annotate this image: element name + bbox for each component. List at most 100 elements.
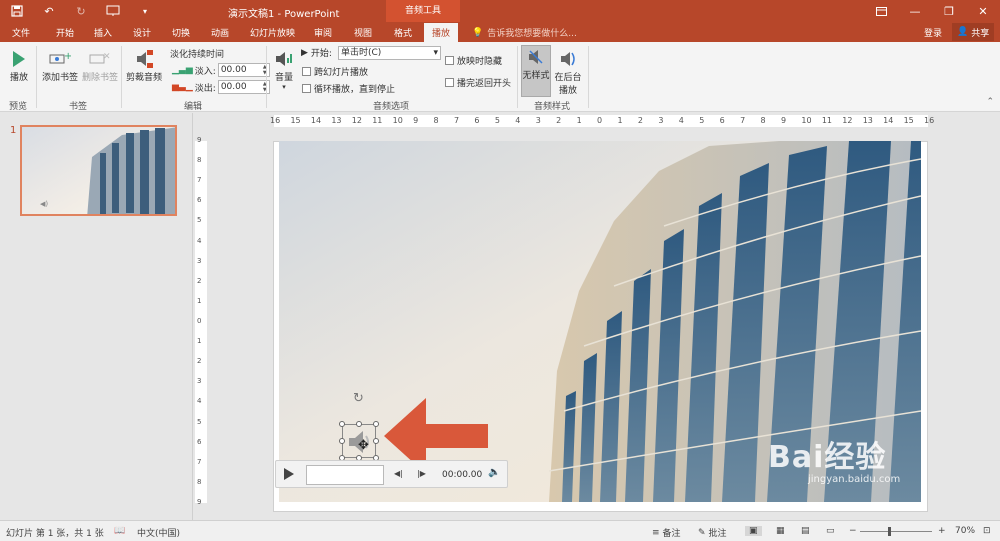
play-in-background-button[interactable]: 在后台播放 — [553, 48, 583, 96]
zoom-level[interactable]: 70% — [955, 526, 975, 536]
spellcheck-icon[interactable]: 📖 — [114, 526, 125, 536]
rewind-checkbox[interactable]: 播完返回开头 — [445, 76, 511, 89]
customize-icon[interactable]: ▾ — [136, 3, 154, 19]
tab-file[interactable]: 文件 — [12, 26, 30, 39]
audio-icon-selection[interactable]: ✥ — [342, 424, 376, 458]
tab-format[interactable]: 格式 — [394, 26, 412, 39]
zoom-out-icon[interactable]: − — [849, 526, 857, 536]
share-label: 共享 — [971, 28, 990, 39]
ruler-tick-label: 6 — [719, 116, 725, 125]
remove-bookmark-label: 删除书签 — [81, 73, 118, 83]
selection-handle[interactable] — [339, 438, 345, 444]
volume-label: 音量 — [274, 73, 293, 83]
ruler-tick-label: 8 — [433, 116, 439, 125]
add-bookmark-button[interactable]: + 添加书签 — [40, 48, 80, 83]
play-button[interactable]: 播放 — [6, 48, 32, 83]
slideshow-view-icon[interactable]: ▭ — [826, 526, 835, 536]
ruler-tick-label: 14 — [310, 116, 322, 125]
selection-handle[interactable] — [373, 438, 379, 444]
ruler-tick-label: 0 — [197, 317, 202, 325]
ribbon: 播放 预览 + 添加书签 ✕ 删除书签 书签 剪裁音频 淡化持续时间 ▁▃▅ 淡… — [0, 42, 1000, 112]
fade-in-input[interactable]: 00.00 — [217, 63, 270, 77]
audio-player-bar: ◀| |▶ 00:00.00 🔈 — [275, 460, 508, 488]
play-in-background-label: 在后台播放 — [554, 73, 582, 96]
separator — [588, 46, 589, 108]
undo-icon[interactable]: ↶ — [40, 3, 58, 19]
close-icon[interactable]: ✕ — [966, 0, 1000, 22]
reading-view-icon[interactable]: ▤ — [801, 526, 810, 536]
ruler-tick-label: 15 — [290, 116, 301, 125]
player-play-icon[interactable] — [284, 468, 294, 483]
trim-audio-button[interactable]: 剪裁音频 — [124, 48, 164, 83]
tab-playback[interactable]: 播放 — [424, 23, 459, 42]
checkbox-box — [302, 84, 311, 93]
tab-review[interactable]: 审阅 — [314, 26, 332, 39]
baidu-watermark: Bai经验 jingyan.baidu.com — [768, 432, 900, 485]
notes-button[interactable]: ≡ 备注 — [652, 526, 681, 540]
tab-transitions[interactable]: 切换 — [172, 26, 190, 39]
comments-button[interactable]: ✎ 批注 — [698, 526, 727, 540]
selection-handle[interactable] — [373, 421, 379, 427]
ruler-tick-label: 5 — [197, 216, 202, 225]
login-link[interactable]: 登录 — [924, 26, 942, 39]
ruler-tick-label: 16 — [270, 116, 281, 125]
tab-view[interactable]: 视图 — [354, 26, 372, 39]
save-icon[interactable] — [8, 3, 26, 19]
minimize-icon[interactable]: — — [898, 0, 932, 22]
redo-icon[interactable]: ↻ — [72, 3, 90, 19]
comments-label: 批注 — [708, 529, 727, 539]
chevron-down-icon: ▾ — [282, 83, 286, 91]
add-bookmark-icon: + — [49, 48, 71, 70]
tab-insert[interactable]: 插入 — [94, 26, 112, 39]
player-volume-icon[interactable]: 🔈 — [488, 467, 500, 478]
skip-back-icon[interactable]: ◀| — [394, 469, 403, 478]
tab-design[interactable]: 设计 — [133, 26, 151, 39]
start-icon: ▶ — [301, 47, 308, 58]
ruler-tick-label: 11 — [372, 116, 383, 125]
volume-button[interactable]: 音量 ▾ — [270, 48, 298, 91]
ribbon-display-icon[interactable] — [864, 0, 898, 22]
title-bar: ↶ ↻ ▾ 演示文稿1 - PowerPoint 音频工具 — ❐ ✕ — [0, 0, 1000, 22]
volume-icon — [273, 48, 295, 70]
tell-me-box[interactable]: 💡 告诉我您想要做什么... — [472, 26, 577, 40]
document-title: 演示文稿1 - PowerPoint — [228, 9, 340, 20]
loop-checkbox[interactable]: 循环播放，直到停止 — [302, 82, 395, 95]
collapse-ribbon-icon[interactable]: ⌃ — [986, 97, 994, 107]
language-status[interactable]: 中文(中国) — [137, 526, 180, 539]
normal-view-icon[interactable]: ▣ — [745, 526, 762, 536]
play-across-slides-checkbox[interactable]: 跨幻灯片播放 — [302, 65, 368, 78]
zoom-slider-knob[interactable] — [888, 527, 891, 536]
hide-during-show-checkbox[interactable]: 放映时隐藏 — [445, 54, 502, 67]
player-progress-track[interactable] — [306, 465, 384, 485]
fade-out-input[interactable]: 00.00 — [217, 80, 270, 94]
start-select[interactable]: 单击时(C) — [338, 46, 441, 60]
tab-home[interactable]: 开始 — [56, 26, 74, 39]
window-controls: — ❐ ✕ — [864, 0, 1000, 22]
slide-thumbnail[interactable]: ◀) — [20, 125, 177, 216]
ruler-tick-label: 1 — [197, 296, 202, 305]
slide-sorter-icon[interactable]: ▦ — [776, 526, 785, 536]
present-icon[interactable] — [104, 3, 122, 19]
quick-access-toolbar: ↶ ↻ ▾ — [8, 3, 154, 19]
selection-handle[interactable] — [356, 421, 362, 427]
fit-slide-icon[interactable]: ⊡ — [983, 526, 991, 536]
fade-in-icon: ▁▃▅ — [172, 65, 193, 75]
skip-forward-icon[interactable]: |▶ — [417, 469, 426, 478]
remove-bookmark-button[interactable]: ✕ 删除书签 — [80, 48, 120, 83]
ruler-tick-label: 2 — [637, 116, 643, 125]
tab-slideshow[interactable]: 幻灯片放映 — [250, 26, 295, 39]
play-in-background-icon — [557, 48, 579, 70]
selection-handle[interactable] — [339, 421, 345, 427]
share-button[interactable]: 👤 共享 — [952, 23, 995, 41]
trim-audio-label: 剪裁音频 — [125, 73, 162, 83]
start-label: 开始: — [310, 49, 332, 59]
ruler-tick-label: 1 — [617, 116, 623, 125]
zoom-in-icon[interactable]: + — [938, 526, 946, 536]
svg-text:+: + — [64, 51, 71, 62]
zoom-slider[interactable] — [860, 531, 932, 532]
restore-icon[interactable]: ❐ — [932, 0, 966, 22]
svg-text:✥: ✥ — [358, 438, 369, 453]
tab-animations[interactable]: 动画 — [211, 26, 229, 39]
rotate-handle[interactable]: ↻ — [353, 391, 364, 406]
no-style-button[interactable]: 无样式 — [521, 45, 551, 97]
